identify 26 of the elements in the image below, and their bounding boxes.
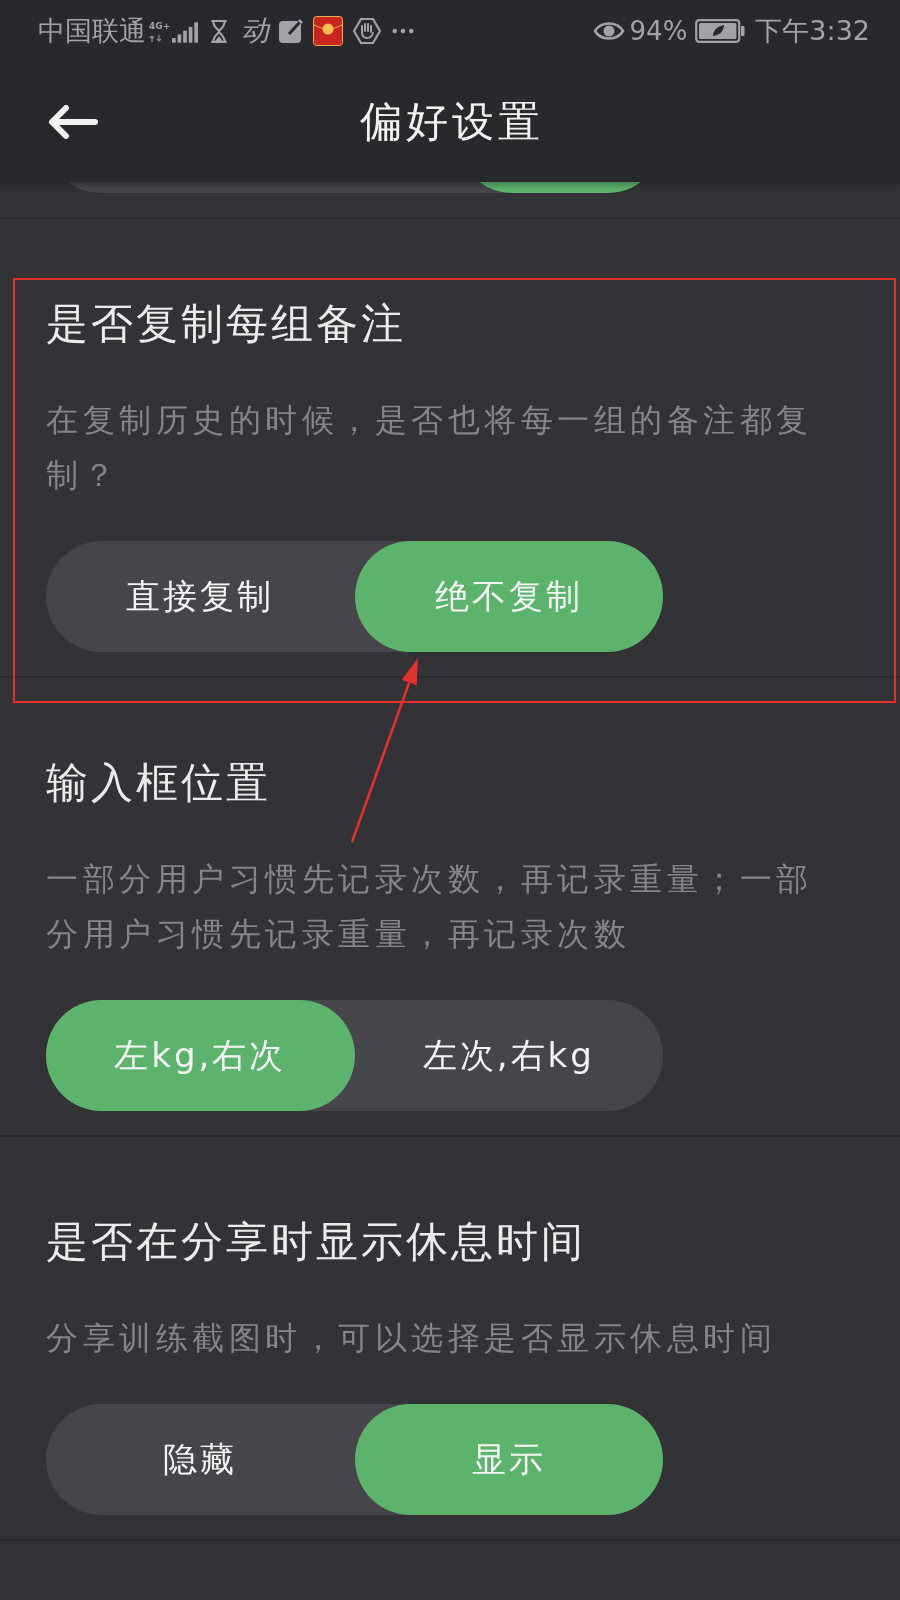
setting-title: 输入框位置 [46, 761, 272, 805]
battery-percent: 94% [629, 15, 688, 47]
setting-title: 是否在分享时显示休息时间 [46, 1220, 587, 1264]
carrier-name: 中国联通 [38, 15, 146, 47]
hand-stop-icon [353, 17, 382, 45]
setting-title: 是否复制每组备注 [46, 302, 407, 346]
note-edit-icon [279, 19, 304, 43]
battery-icon [695, 19, 746, 43]
network-type: 4G+ [149, 20, 171, 32]
data-arrows-icon [149, 34, 163, 42]
setting-description: 在复制历史的时候，是否也将每一组的备注都复制？ [46, 400, 814, 496]
clock-time: 下午3:32 [755, 15, 870, 47]
setting-description: 一部分用户习惯先记录次数，再记录重量；一部分用户习惯先记录重量，再记录次数 [46, 859, 814, 955]
hourglass-icon [210, 19, 229, 43]
signal-icon [172, 21, 199, 43]
back-arrow-icon [48, 105, 98, 139]
coin-app-icon [313, 16, 344, 46]
setting-description: 分享训练截图时，可以选择是否显示休息时间 [46, 1318, 777, 1359]
page-title: 偏好设置 [359, 97, 544, 147]
toggle-option[interactable]: 隐藏 [46, 1404, 355, 1515]
toggle-option[interactable]: 直接复制 [46, 541, 355, 652]
notification-glyph: 动 [241, 15, 270, 47]
eye-icon [592, 20, 625, 42]
more-icon [392, 28, 415, 34]
toggle-option[interactable]: 左次,右kg [354, 1000, 663, 1111]
toggle-option[interactable] [479, 182, 641, 193]
